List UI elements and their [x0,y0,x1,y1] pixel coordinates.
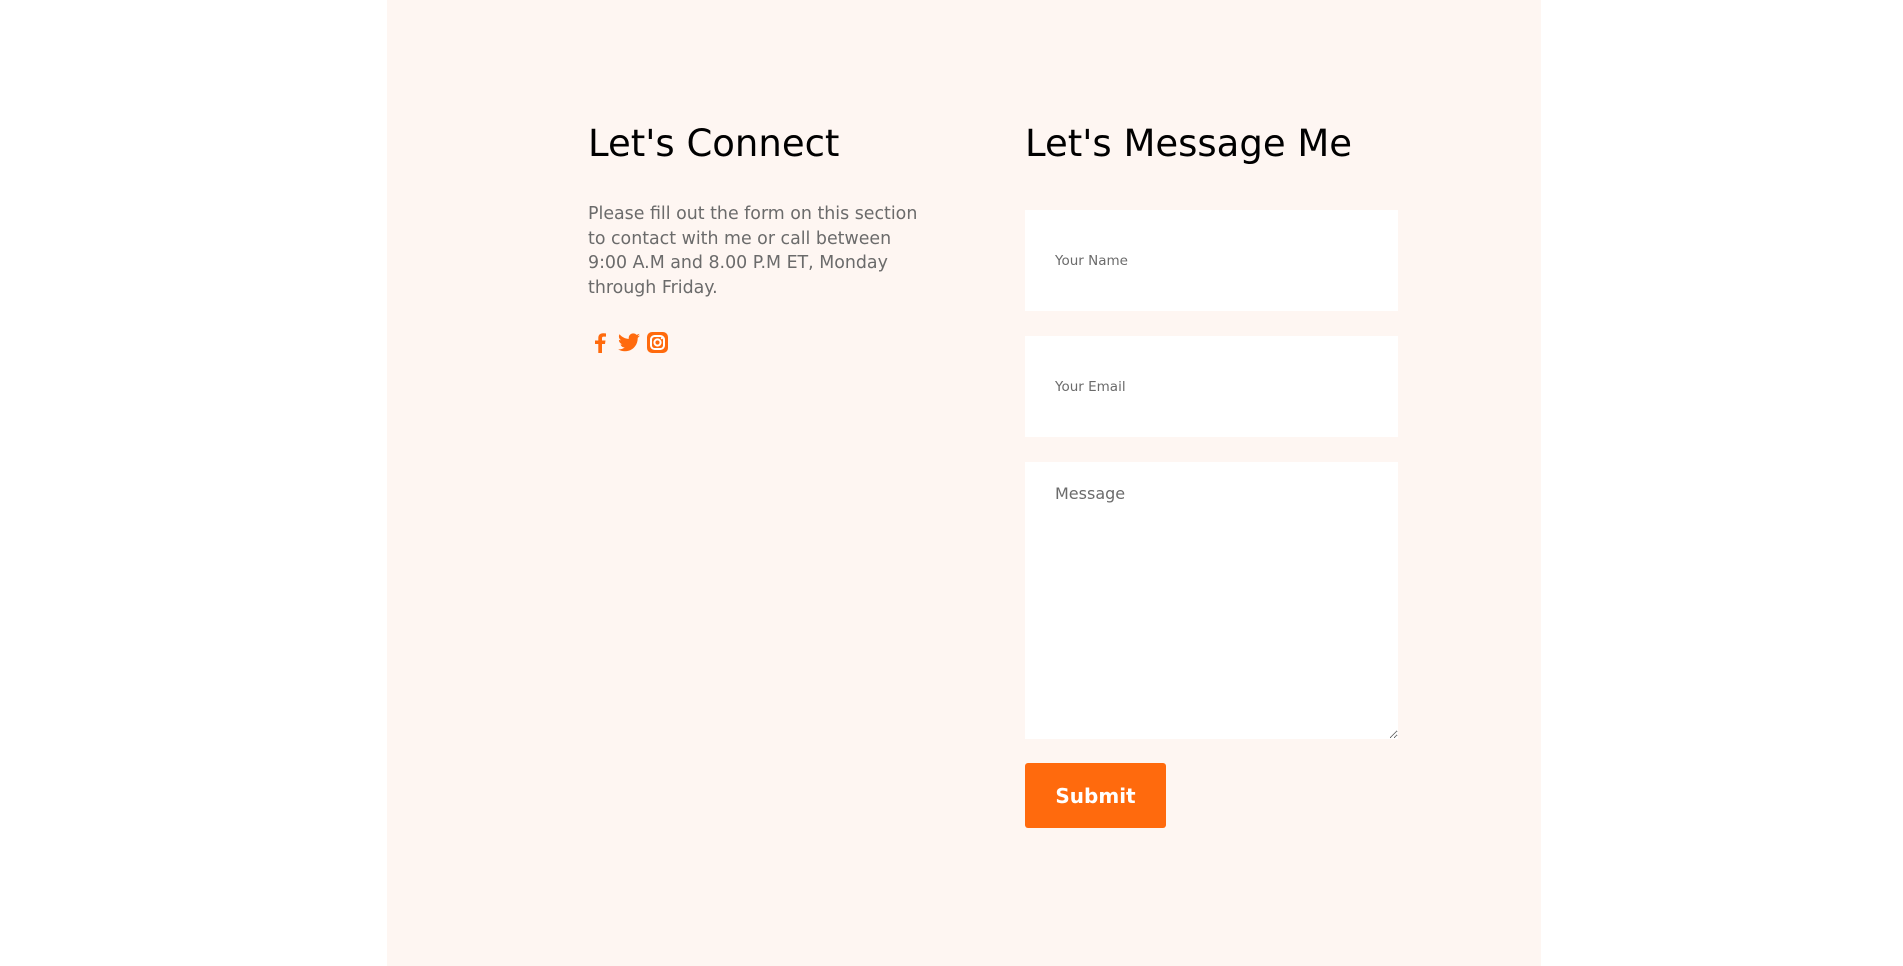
message-heading: Let's Message Me [1025,122,1353,165]
email-input[interactable] [1025,336,1398,437]
submit-button[interactable]: Submit [1025,763,1166,828]
twitter-icon [617,332,640,351]
contact-description: Please fill out the form on this section… [588,204,918,298]
social-links [588,330,948,354]
contact-form: Submit [1025,210,1399,828]
facebook-icon [594,332,606,353]
message-column: Let's Message Me Submit [1025,118,1399,828]
facebook-link[interactable] [588,330,611,354]
name-input[interactable] [1025,210,1398,311]
twitter-link[interactable] [617,330,640,354]
message-textarea[interactable] [1025,462,1398,739]
connect-column: Let's Connect Please fill out the form o… [588,118,948,354]
instagram-link[interactable] [646,330,669,354]
instagram-icon [647,331,668,353]
connect-heading: Let's Connect [588,122,840,165]
